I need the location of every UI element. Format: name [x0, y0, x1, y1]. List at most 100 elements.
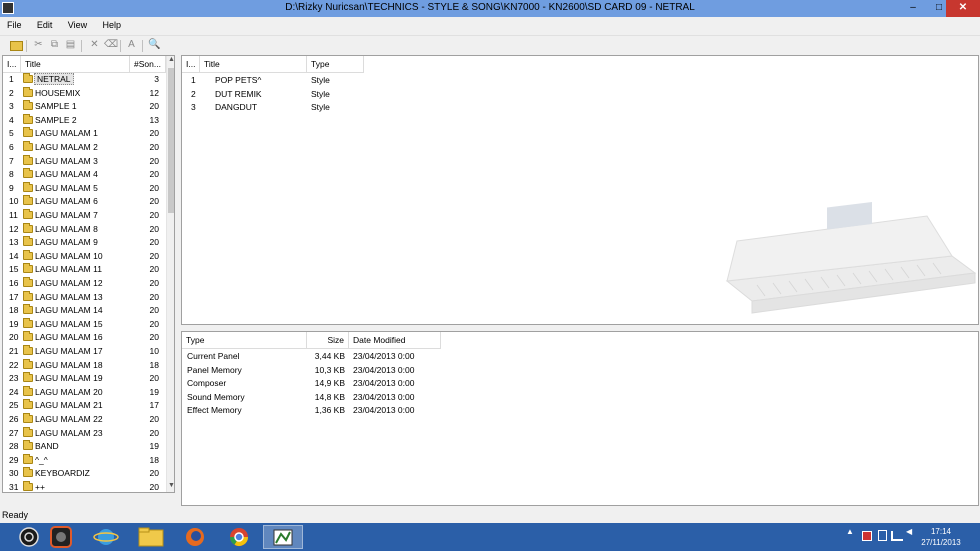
folder-row[interactable]: 4 SAMPLE 2 13 — [3, 113, 166, 128]
show-hidden-icons-icon[interactable]: ▲ — [846, 527, 854, 536]
rename-icon[interactable]: A — [125, 39, 138, 52]
folder-row[interactable]: 13 LAGU MALAM 9 20 — [3, 236, 166, 250]
row-index: 30 — [9, 468, 19, 479]
folder-row[interactable]: 9 LAGU MALAM 5 20 — [3, 181, 166, 196]
song-count: 20 — [149, 318, 159, 329]
folder-title: SAMPLE 2 — [35, 114, 77, 125]
menu-help[interactable]: Help — [96, 17, 128, 30]
vertical-scrollbar[interactable]: ▲ ▼ — [166, 56, 174, 492]
song-row[interactable]: 2 DUT REMIK Style — [182, 88, 582, 102]
search-icon[interactable]: 🔍 — [148, 39, 161, 52]
menu-view[interactable]: View — [61, 17, 93, 30]
file-info-list[interactable]: Type Size Date Modified Current Panel 3,4… — [181, 331, 979, 506]
media-app-button[interactable] — [41, 525, 81, 549]
file-explorer-button[interactable] — [131, 525, 171, 549]
song-count: 20 — [149, 332, 159, 343]
folder-row[interactable]: 23 LAGU MALAM 19 20 — [3, 372, 166, 386]
folder-row[interactable]: 28 BAND 19 — [3, 440, 166, 454]
folder-row[interactable]: 19 LAGU MALAM 15 20 — [3, 317, 166, 332]
scroll-down-icon[interactable]: ▼ — [167, 482, 174, 492]
action-center-icon[interactable] — [862, 531, 872, 541]
folder-row[interactable]: 18 LAGU MALAM 14 20 — [3, 304, 166, 318]
column-header-title[interactable]: Title — [200, 56, 307, 73]
song-count: 20 — [149, 264, 159, 275]
paste-icon[interactable]: ▤ — [64, 39, 77, 52]
folder-row[interactable]: 12 LAGU MALAM 8 20 — [3, 222, 166, 237]
song-list[interactable]: I... Title Type 1 POP PETS^ Style 2 DUT REMI… — [181, 55, 979, 325]
column-header-index[interactable]: I... — [3, 56, 21, 73]
folder-title: LAGU MALAM 7 — [35, 210, 98, 220]
file-row[interactable]: Sound Memory 14,8 KB 23/04/2013 0:00 — [182, 391, 482, 405]
folder-row[interactable]: 20 LAGU MALAM 16 20 — [3, 331, 166, 345]
chrome-button[interactable] — [219, 525, 259, 549]
network-icon[interactable] — [891, 531, 903, 541]
menu-file[interactable]: File — [0, 17, 28, 30]
organizer-app-button[interactable] — [263, 525, 303, 549]
file-row[interactable]: Panel Memory 10,3 KB 23/04/2013 0:00 — [182, 364, 482, 378]
folder-row[interactable]: 16 LAGU MALAM 12 20 — [3, 277, 166, 291]
folder-row[interactable]: 8 LAGU MALAM 4 20 — [3, 168, 166, 182]
battery-icon[interactable] — [878, 530, 887, 541]
folder-row[interactable]: 26 LAGU MALAM 22 20 — [3, 413, 166, 427]
row-index: 1 — [191, 75, 196, 85]
folder-row[interactable]: 21 LAGU MALAM 17 10 — [3, 345, 166, 359]
scroll-up-icon[interactable]: ▲ — [167, 56, 174, 66]
song-count: 20 — [149, 101, 159, 112]
folder-row[interactable]: 5 LAGU MALAM 1 20 — [3, 127, 166, 141]
folder-row[interactable]: 30 KEYBOARDIZ 20 — [3, 467, 166, 481]
column-header-date[interactable]: Date Modified — [349, 332, 441, 349]
file-row[interactable]: Effect Memory 1,36 KB 23/04/2013 0:00 — [182, 404, 482, 418]
erase-icon[interactable]: ⌫ — [104, 39, 118, 52]
folder-row[interactable]: 10 LAGU MALAM 6 20 — [3, 195, 166, 209]
folder-icon — [23, 154, 33, 165]
song-row[interactable]: 1 POP PETS^ Style — [182, 74, 582, 88]
copy-icon[interactable]: ⧉ — [48, 39, 61, 52]
open-folder-icon[interactable] — [10, 41, 23, 51]
song-count: 3 — [154, 74, 159, 84]
row-index: 15 — [9, 264, 19, 275]
menu-edit[interactable]: Edit — [30, 17, 59, 30]
song-row[interactable]: 3 DANGDUT Style — [182, 101, 582, 115]
volume-icon[interactable]: ◀ — [906, 527, 912, 536]
scrollbar-thumb[interactable] — [168, 68, 174, 213]
row-index: 26 — [9, 414, 19, 424]
row-index: 31 — [9, 482, 19, 492]
firefox-button[interactable] — [175, 525, 215, 549]
cut-icon[interactable]: ✂ — [32, 39, 45, 52]
column-header-songs[interactable]: #Son... — [130, 56, 166, 73]
folder-row[interactable]: 22 LAGU MALAM 18 18 — [3, 358, 166, 373]
folder-row[interactable]: 15 LAGU MALAM 11 20 — [3, 263, 166, 277]
folder-title: LAGU MALAM 9 — [35, 237, 98, 248]
file-row[interactable]: Composer 14,9 KB 23/04/2013 0:00 — [182, 377, 482, 391]
folder-row[interactable]: 31 ++ 20 — [3, 481, 166, 492]
folder-row[interactable]: 29 ^_^ 18 — [3, 453, 166, 468]
folder-row[interactable]: 27 LAGU MALAM 23 20 — [3, 426, 166, 441]
song-count: 20 — [149, 223, 159, 234]
folder-list[interactable]: I... Title #Son... 1 NETRAL 3 2 HOUSEMIX 12 3 S… — [2, 55, 175, 493]
file-row[interactable]: Current Panel 3,44 KB 23/04/2013 0:00 — [182, 350, 482, 364]
folder-row[interactable]: 25 LAGU MALAM 21 17 — [3, 399, 166, 413]
folder-row[interactable]: 1 NETRAL 3 — [3, 73, 166, 87]
folder-row[interactable]: 2 HOUSEMIX 12 — [3, 86, 166, 101]
minimize-button[interactable]: – — [900, 0, 926, 17]
folder-row[interactable]: 3 SAMPLE 1 20 — [3, 100, 166, 114]
folder-row[interactable]: 11 LAGU MALAM 7 20 — [3, 209, 166, 223]
folder-title: HOUSEMIX — [35, 87, 81, 98]
folder-row[interactable]: 17 LAGU MALAM 13 20 — [3, 290, 166, 305]
delete-icon[interactable]: ✕ — [88, 39, 101, 52]
internet-explorer-button[interactable] — [86, 525, 126, 549]
column-header-index[interactable]: I... — [182, 56, 200, 73]
column-header-type[interactable]: Type — [307, 56, 364, 73]
close-button[interactable]: ✕ — [946, 0, 980, 17]
column-header-size[interactable]: Size — [307, 332, 349, 349]
column-header-title[interactable]: Title — [21, 56, 130, 73]
system-clock[interactable]: 17:14 27/11/2013 — [915, 526, 967, 548]
folder-row[interactable]: 14 LAGU MALAM 10 20 — [3, 249, 166, 264]
folder-row[interactable]: 24 LAGU MALAM 20 19 — [3, 385, 166, 400]
column-header-type[interactable]: Type — [182, 332, 307, 349]
row-index: 25 — [9, 400, 19, 411]
toolbar: ✂ ⧉ ▤ ✕ ⌫ A 🔍 — [0, 35, 980, 54]
folder-icon — [23, 86, 33, 97]
folder-row[interactable]: 6 LAGU MALAM 2 20 — [3, 141, 166, 155]
folder-row[interactable]: 7 LAGU MALAM 3 20 — [3, 154, 166, 169]
